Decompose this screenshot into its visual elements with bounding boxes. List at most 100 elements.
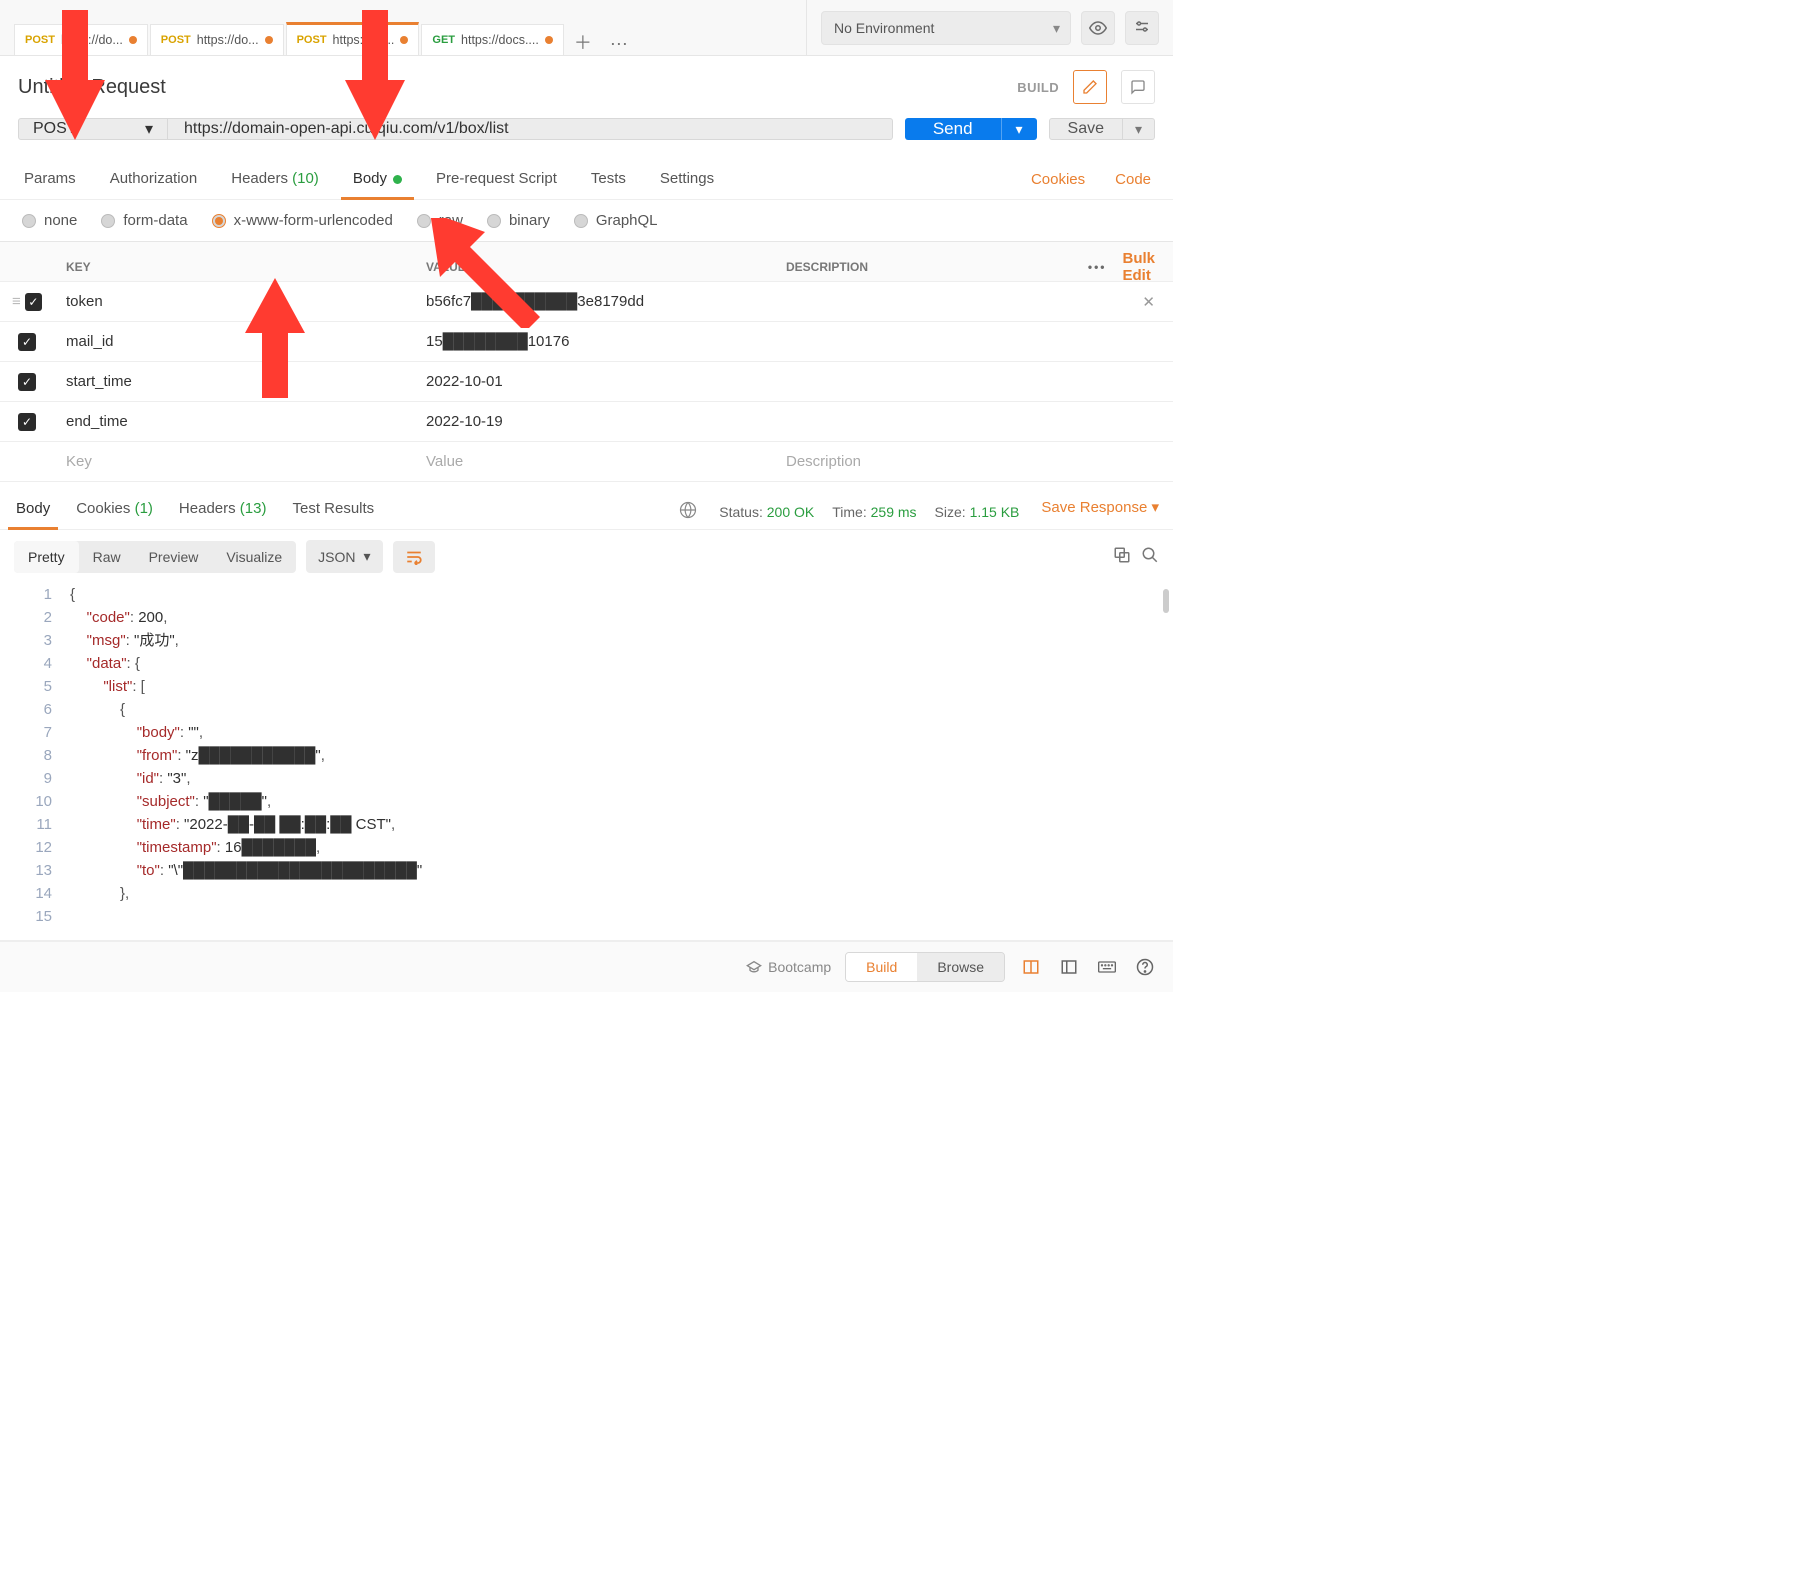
status-value: 200 OK xyxy=(767,504,814,520)
build-label: BUILD xyxy=(1017,80,1059,95)
unsaved-dot-icon xyxy=(545,36,553,44)
value-cell[interactable]: 2022-10-19 xyxy=(414,405,774,438)
size-value: 1.15 KB xyxy=(970,504,1020,520)
search-response-icon[interactable] xyxy=(1141,546,1159,567)
value-cell[interactable]: 2022-10-01 xyxy=(414,365,774,398)
cookies-link[interactable]: Cookies xyxy=(1031,171,1085,188)
help-icon[interactable] xyxy=(1133,958,1157,976)
network-icon[interactable] xyxy=(679,501,697,522)
bulk-edit-link[interactable]: Bulk Edit xyxy=(1122,250,1155,284)
tab-authorization[interactable]: Authorization xyxy=(108,160,200,199)
build-browse-toggle: Build Browse xyxy=(845,952,1005,982)
delete-row-icon[interactable]: ✕ xyxy=(1142,293,1155,311)
wrap-lines-icon[interactable] xyxy=(393,541,435,573)
body-type-raw[interactable]: raw xyxy=(417,212,463,229)
request-tabs: POSThttps://do... POSThttps://do... POST… xyxy=(0,0,806,55)
columns-more-icon[interactable]: ••• xyxy=(1088,260,1107,274)
settings-sliders-icon[interactable] xyxy=(1125,11,1159,45)
method-badge: POST xyxy=(161,34,191,46)
tab-headers[interactable]: Headers (10) xyxy=(229,160,321,199)
comments-icon[interactable] xyxy=(1121,70,1155,104)
chevron-down-icon: ▾ xyxy=(145,119,153,139)
tab-2[interactable]: POSThttps://do... xyxy=(286,22,420,55)
table-row[interactable]: ≡✓ token b56fc7██████████3e8179dd ✕ xyxy=(0,282,1173,322)
resp-tab-tests[interactable]: Test Results xyxy=(290,494,376,529)
key-cell[interactable]: start_time xyxy=(54,365,414,398)
tab-params[interactable]: Params xyxy=(22,160,78,199)
resp-tab-headers[interactable]: Headers (13) xyxy=(177,494,269,529)
format-select[interactable]: JSON▾ xyxy=(306,540,382,573)
tabs-overflow-button[interactable]: ⋯ xyxy=(602,34,636,55)
new-tab-button[interactable]: ＋ xyxy=(566,29,600,55)
body-type-none[interactable]: none xyxy=(22,212,77,229)
keyboard-icon[interactable] xyxy=(1095,958,1119,976)
send-dropdown[interactable]: ▾ xyxy=(1001,118,1037,140)
view-pretty[interactable]: Pretty xyxy=(14,541,79,573)
save-dropdown[interactable]: ▾ xyxy=(1123,118,1155,140)
environment-preview-icon[interactable] xyxy=(1081,11,1115,45)
mode-browse[interactable]: Browse xyxy=(917,953,1004,981)
unsaved-dot-icon xyxy=(400,36,408,44)
body-type-form-data[interactable]: form-data xyxy=(101,212,187,229)
value-cell[interactable]: b56fc7██████████3e8179dd xyxy=(414,285,774,318)
row-checkbox[interactable]: ✓ xyxy=(18,373,36,391)
form-params-table: KEY VALUE DESCRIPTION •••Bulk Edit ≡✓ to… xyxy=(0,241,1173,482)
mode-build[interactable]: Build xyxy=(846,953,917,981)
key-cell[interactable]: token xyxy=(54,285,414,318)
sidebar-layout-icon[interactable] xyxy=(1057,958,1081,976)
tab-body[interactable]: Body xyxy=(351,160,404,199)
resp-tab-body[interactable]: Body xyxy=(14,494,52,529)
unsaved-dot-icon xyxy=(265,36,273,44)
col-desc: DESCRIPTION xyxy=(774,252,1083,282)
environment-select[interactable]: No Environment xyxy=(821,11,1071,45)
copy-response-icon[interactable] xyxy=(1113,546,1131,567)
row-checkbox[interactable]: ✓ xyxy=(18,413,36,431)
body-type-urlencoded[interactable]: x-www-form-urlencoded xyxy=(212,212,393,229)
col-key: KEY xyxy=(54,252,414,282)
tab-1[interactable]: POSThttps://do... xyxy=(150,24,284,55)
url-input[interactable]: https://domain-open-api.cuiqiu.com/v1/bo… xyxy=(168,118,893,140)
request-title[interactable]: Untitled Request xyxy=(18,76,166,99)
view-visualize[interactable]: Visualize xyxy=(212,541,296,573)
method-badge: POST xyxy=(25,34,55,46)
view-raw[interactable]: Raw xyxy=(79,541,135,573)
send-button[interactable]: Send xyxy=(905,118,1001,140)
save-response-dropdown[interactable]: Save Response ▾ xyxy=(1041,498,1159,526)
two-pane-icon[interactable] xyxy=(1019,958,1043,976)
http-method-select[interactable]: POST▾ xyxy=(18,118,168,140)
method-badge: GET xyxy=(432,34,455,46)
tab-tests[interactable]: Tests xyxy=(589,160,628,199)
scrollbar-thumb[interactable] xyxy=(1163,589,1169,613)
view-mode-segment: Pretty Raw Preview Visualize xyxy=(14,541,296,573)
response-body: 123456789101112131415 { "code": 200, "ms… xyxy=(0,583,1173,941)
body-active-dot-icon xyxy=(393,175,402,184)
time-value: 259 ms xyxy=(871,504,917,520)
col-value: VALUE xyxy=(414,252,774,282)
body-type-binary[interactable]: binary xyxy=(487,212,550,229)
row-checkbox[interactable]: ✓ xyxy=(25,293,42,311)
desc-cell[interactable] xyxy=(774,294,1083,310)
code-link[interactable]: Code xyxy=(1115,171,1151,188)
save-button[interactable]: Save xyxy=(1049,118,1123,140)
row-checkbox[interactable]: ✓ xyxy=(18,333,36,351)
tab-settings[interactable]: Settings xyxy=(658,160,716,199)
table-row-new[interactable]: Key Value Description xyxy=(0,442,1173,482)
chevron-down-icon: ▾ xyxy=(364,548,371,565)
key-cell[interactable]: mail_id xyxy=(54,325,414,358)
unsaved-dot-icon xyxy=(129,36,137,44)
value-cell[interactable]: 15████████10176 xyxy=(414,325,774,358)
body-type-graphql[interactable]: GraphQL xyxy=(574,212,658,229)
edit-pencil-icon[interactable] xyxy=(1073,70,1107,104)
bootcamp-link[interactable]: Bootcamp xyxy=(746,959,831,975)
method-badge: POST xyxy=(297,34,327,46)
table-row[interactable]: ✓ mail_id 15████████10176 xyxy=(0,322,1173,362)
drag-handle-icon[interactable]: ≡ xyxy=(12,293,21,310)
tab-pre-request[interactable]: Pre-request Script xyxy=(434,160,559,199)
view-preview[interactable]: Preview xyxy=(135,541,213,573)
key-cell[interactable]: end_time xyxy=(54,405,414,438)
tab-3[interactable]: GEThttps://docs.... xyxy=(421,24,563,55)
table-row[interactable]: ✓ end_time 2022-10-19 xyxy=(0,402,1173,442)
resp-tab-cookies[interactable]: Cookies (1) xyxy=(74,494,155,529)
tab-0[interactable]: POSThttps://do... xyxy=(14,24,148,55)
table-row[interactable]: ✓ start_time 2022-10-01 xyxy=(0,362,1173,402)
